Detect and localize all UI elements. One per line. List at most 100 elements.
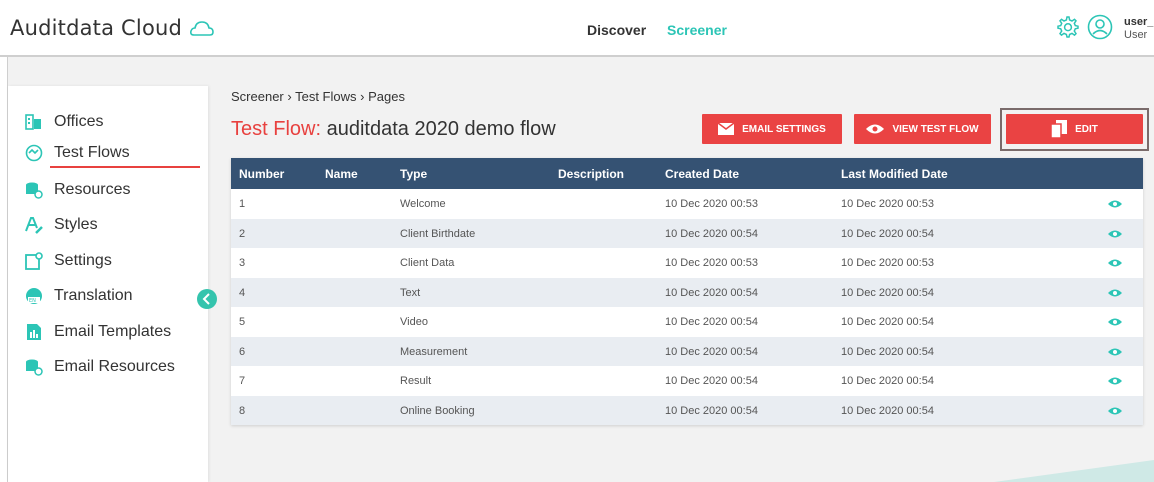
sidebar-item-label: Offices bbox=[54, 113, 104, 130]
user-name[interactable]: user_1 bbox=[1124, 16, 1154, 28]
title-name: auditdata 2020 demo flow bbox=[326, 118, 556, 140]
active-indicator bbox=[50, 166, 200, 168]
cell-modified-date: 10 Dec 2020 00:53 bbox=[841, 257, 934, 269]
col-type[interactable]: Type bbox=[400, 167, 427, 181]
view-eye-icon[interactable] bbox=[1108, 317, 1122, 327]
frame-edge bbox=[0, 57, 8, 482]
offices-icon bbox=[25, 114, 41, 130]
styles-icon bbox=[25, 217, 43, 234]
sidebar-item-label: Email Resources bbox=[54, 358, 175, 375]
table-row[interactable]: 3 Client Data 10 Dec 2020 00:53 10 Dec 2020… bbox=[231, 248, 1143, 278]
breadcrumb-screener[interactable]: Screener bbox=[231, 89, 284, 104]
cell-number: 2 bbox=[239, 227, 246, 240]
view-eye-icon[interactable] bbox=[1108, 199, 1122, 209]
cell-number: 1 bbox=[239, 198, 246, 210]
view-test-flow-button[interactable]: VIEW TEST FLOW bbox=[854, 114, 991, 144]
col-created-date[interactable]: Created Date bbox=[665, 167, 739, 181]
cell-modified-date: 10 Dec 2020 00:54 bbox=[841, 375, 934, 387]
sidebar-item-label: Styles bbox=[54, 216, 98, 233]
sidebar-item-label: Resources bbox=[54, 181, 131, 198]
breadcrumb: Screener › Test Flows › Pages bbox=[231, 89, 405, 104]
cell-type: Measurement bbox=[400, 345, 468, 358]
sidebar-item-test-flows[interactable]: Test Flows bbox=[8, 138, 208, 168]
top-bar: Auditdata Cloud Discover Screener user_1… bbox=[0, 0, 1154, 57]
sidebar-item-email-resources[interactable]: Email Resources bbox=[8, 352, 208, 382]
page-title: Test Flow: auditdata 2020 demo flow bbox=[231, 118, 556, 141]
nav-screener[interactable]: Screener bbox=[667, 22, 727, 38]
cloud-logo-icon bbox=[190, 21, 214, 36]
chevron-left-icon bbox=[202, 293, 210, 305]
cell-number: 6 bbox=[239, 345, 246, 358]
sidebar-item-label: Email Templates bbox=[54, 323, 172, 340]
table-body: 1 Welcome 10 Dec 2020 00:53 10 Dec 2020 00:… bbox=[231, 189, 1143, 425]
table-header: Number Name Type Description Created Dat… bbox=[231, 158, 1143, 189]
settings-icon bbox=[25, 252, 43, 270]
view-eye-icon[interactable] bbox=[1108, 376, 1122, 386]
translation-icon: EN bbox=[26, 288, 42, 304]
col-number[interactable]: Number bbox=[239, 167, 284, 181]
cell-number: 4 bbox=[239, 286, 246, 299]
view-eye-icon[interactable] bbox=[1108, 229, 1122, 239]
cell-modified-date: 10 Dec 2020 00:54 bbox=[841, 404, 934, 417]
email-resources-icon bbox=[26, 359, 43, 376]
cell-type: Welcome bbox=[400, 198, 446, 210]
cell-modified-date: 10 Dec 2020 00:54 bbox=[841, 227, 934, 240]
email-settings-button[interactable]: EMAIL SETTINGS bbox=[702, 114, 842, 144]
cell-modified-date: 10 Dec 2020 00:54 bbox=[841, 286, 934, 299]
col-name[interactable]: Name bbox=[325, 167, 358, 181]
table-row[interactable]: 1 Welcome 10 Dec 2020 00:53 10 Dec 2020 00:… bbox=[231, 189, 1143, 219]
user-avatar-icon[interactable] bbox=[1087, 14, 1113, 40]
cell-type: Client Data bbox=[400, 257, 455, 269]
cell-created-date: 10 Dec 2020 00:54 bbox=[665, 375, 758, 387]
cell-created-date: 10 Dec 2020 00:53 bbox=[665, 198, 758, 210]
sidebar-item-resources[interactable]: Resources bbox=[8, 175, 208, 205]
sidebar-item-settings[interactable]: Settings bbox=[8, 246, 208, 276]
sidebar-item-styles[interactable]: Styles bbox=[8, 210, 208, 240]
edit-label: EDIT bbox=[1075, 123, 1098, 135]
gear-icon[interactable] bbox=[1055, 15, 1079, 39]
col-last-modified-date[interactable]: Last Modified Date bbox=[841, 167, 948, 181]
table-row[interactable]: 2 Client Birthdate 10 Dec 2020 00:54 10 Dec… bbox=[231, 218, 1143, 248]
nav-discover[interactable]: Discover bbox=[587, 22, 646, 38]
sidebar-item-label: Translation bbox=[54, 287, 133, 304]
envelope-icon bbox=[718, 123, 735, 135]
edit-button[interactable]: EDIT bbox=[1006, 114, 1143, 144]
cell-modified-date: 10 Dec 2020 00:53 bbox=[841, 198, 934, 210]
sidebar: Offices Test Flows Resources Styles Sett… bbox=[8, 86, 208, 482]
table-row[interactable]: 6 Measurement 10 Dec 2020 00:54 10 Dec 2020… bbox=[231, 336, 1143, 366]
cell-number: 8 bbox=[239, 404, 246, 417]
sidebar-item-offices[interactable]: Offices bbox=[8, 107, 208, 137]
cell-number: 5 bbox=[239, 316, 246, 328]
view-eye-icon[interactable] bbox=[1108, 347, 1122, 357]
view-eye-icon[interactable] bbox=[1108, 288, 1122, 298]
table-row[interactable]: 4 Text 10 Dec 2020 00:54 10 Dec 2020 00:54 bbox=[231, 277, 1143, 307]
col-description[interactable]: Description bbox=[558, 167, 624, 181]
sidebar-item-label: Test Flows bbox=[54, 144, 130, 161]
sidebar-item-email-templates[interactable]: Email Templates bbox=[8, 317, 208, 347]
view-eye-icon[interactable] bbox=[1108, 258, 1122, 268]
cell-created-date: 10 Dec 2020 00:54 bbox=[665, 227, 758, 240]
cell-number: 3 bbox=[239, 257, 246, 269]
cell-type: Text bbox=[400, 286, 421, 299]
view-test-flow-label: VIEW TEST FLOW bbox=[892, 123, 979, 135]
sidebar-item-translation[interactable]: EN Translation bbox=[8, 281, 208, 311]
cell-number: 7 bbox=[239, 375, 246, 387]
cell-created-date: 10 Dec 2020 00:54 bbox=[665, 345, 758, 358]
breadcrumb-test-flows[interactable]: Test Flows bbox=[295, 89, 356, 104]
eye-icon bbox=[866, 124, 885, 134]
email-settings-label: EMAIL SETTINGS bbox=[742, 123, 826, 135]
collapse-sidebar-button[interactable] bbox=[197, 289, 217, 309]
chevron-right-icon: › bbox=[287, 89, 296, 104]
test-flows-icon bbox=[25, 144, 43, 162]
svg-text:EN: EN bbox=[29, 298, 36, 304]
user-role: User bbox=[1124, 29, 1148, 41]
cell-modified-date: 10 Dec 2020 00:54 bbox=[841, 316, 934, 328]
cell-created-date: 10 Dec 2020 00:54 bbox=[665, 316, 758, 328]
view-eye-icon[interactable] bbox=[1108, 406, 1122, 416]
table-row[interactable]: 8 Online Booking 10 Dec 2020 00:54 10 Dec 2… bbox=[231, 395, 1143, 425]
cell-type: Result bbox=[400, 375, 432, 387]
table-row[interactable]: 5 Video 10 Dec 2020 00:54 10 Dec 2020 00:54 bbox=[231, 307, 1143, 337]
copy-icon bbox=[1051, 120, 1068, 138]
app-logo[interactable]: Auditdata Cloud bbox=[10, 16, 182, 40]
table-row[interactable]: 7 Result 10 Dec 2020 00:54 10 Dec 2020 00:5… bbox=[231, 366, 1143, 396]
